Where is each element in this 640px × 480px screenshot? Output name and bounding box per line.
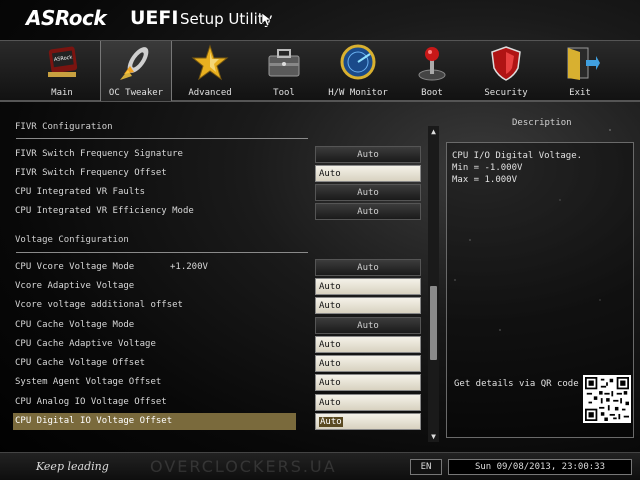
setting-value-field[interactable]: Auto bbox=[315, 278, 421, 295]
setting-row[interactable]: Vcore voltage additional offset Auto bbox=[8, 297, 426, 314]
toolbox-icon bbox=[268, 49, 300, 77]
product-name: UEFI bbox=[130, 7, 179, 29]
description-box: CPU I/O Digital Voltage. Min = -1.000V M… bbox=[446, 142, 634, 438]
scroll-thumb[interactable] bbox=[430, 286, 437, 360]
setting-label: Vcore voltage additional offset bbox=[15, 300, 183, 310]
product-subtitle: Setup Utility bbox=[180, 10, 273, 28]
mouse-cursor-icon bbox=[262, 13, 271, 26]
tab-advanced-label: Advanced bbox=[188, 88, 232, 98]
setting-label: FIVR Switch Frequency Offset bbox=[15, 168, 167, 178]
header: ASRock UEFI Setup Utility bbox=[0, 0, 640, 40]
setting-label: Vcore Adaptive Voltage bbox=[15, 281, 135, 291]
setting-row[interactable]: CPU Integrated VR Efficiency Mode Auto bbox=[8, 203, 426, 220]
main-icon: ASRock bbox=[48, 46, 78, 77]
section-heading-fivr: FIVR Configuration bbox=[15, 122, 113, 132]
section-divider bbox=[16, 138, 308, 139]
setting-row[interactable]: Vcore Adaptive Voltage Auto bbox=[8, 278, 426, 295]
setting-row[interactable]: CPU Integrated VR Faults Auto bbox=[8, 184, 426, 201]
scroll-up-arrow-icon[interactable]: ▲ bbox=[428, 126, 439, 137]
setting-label: CPU Cache Voltage Mode bbox=[15, 320, 135, 330]
slogan: Keep leading bbox=[36, 460, 109, 473]
setting-label: CPU Cache Voltage Offset bbox=[15, 358, 146, 368]
setting-row[interactable]: CPU Cache Voltage Mode Auto bbox=[8, 317, 426, 334]
tab-advanced[interactable]: Advanced bbox=[174, 41, 246, 101]
setting-row[interactable]: CPU Analog IO Voltage Offset Auto bbox=[8, 394, 426, 411]
setting-label: CPU Integrated VR Efficiency Mode bbox=[15, 206, 194, 216]
language-button[interactable]: EN bbox=[410, 459, 442, 475]
tab-security-label: Security bbox=[484, 88, 528, 98]
setting-label: System Agent Voltage Offset bbox=[15, 377, 162, 387]
watermark: OVERCLOCKERS.UA bbox=[150, 457, 337, 476]
description-line: CPU I/O Digital Voltage. bbox=[452, 151, 583, 161]
setting-value-field[interactable]: Auto bbox=[315, 374, 421, 391]
tab-hw-monitor-label: H/W Monitor bbox=[328, 88, 388, 98]
setting-value-button[interactable]: Auto bbox=[315, 184, 421, 201]
tab-exit[interactable]: Exit bbox=[544, 41, 616, 101]
setting-value-text: Auto bbox=[319, 417, 343, 427]
description-line: Max = 1.000V bbox=[452, 175, 518, 185]
setting-row[interactable]: CPU Cache Adaptive Voltage Auto bbox=[8, 336, 426, 353]
tab-boot[interactable]: Boot bbox=[396, 41, 468, 101]
setting-value-field-focused[interactable]: Auto bbox=[315, 413, 421, 430]
setting-value-button[interactable]: Auto bbox=[315, 317, 421, 334]
setting-value-button[interactable]: Auto bbox=[315, 203, 421, 220]
star-icon bbox=[191, 44, 229, 81]
qr-code-icon bbox=[583, 375, 631, 423]
tab-tool-label: Tool bbox=[273, 88, 295, 98]
current-voltage-readout: +1.200V bbox=[170, 262, 208, 272]
setting-value-field[interactable]: Auto bbox=[315, 394, 421, 411]
rocket-icon bbox=[120, 47, 149, 80]
settings-panel: FIVR Configuration FIVR Switch Frequency… bbox=[8, 110, 426, 440]
tab-exit-label: Exit bbox=[569, 88, 591, 98]
exit-door-icon bbox=[567, 47, 600, 80]
setting-label: CPU Integrated VR Faults bbox=[15, 187, 146, 197]
setting-row[interactable]: System Agent Voltage Offset Auto bbox=[8, 374, 426, 391]
setting-row[interactable]: CPU Cache Voltage Offset Auto bbox=[8, 355, 426, 372]
qr-code-caption: Get details via QR code bbox=[454, 379, 579, 389]
section-heading-voltage: Voltage Configuration bbox=[15, 235, 129, 245]
setting-value-field[interactable]: Auto bbox=[315, 297, 421, 314]
footer-bar: Keep leading OVERCLOCKERS.UA EN Sun 09/0… bbox=[0, 452, 640, 480]
tab-tool[interactable]: Tool bbox=[248, 41, 320, 101]
setting-label: CPU Cache Adaptive Voltage bbox=[15, 339, 156, 349]
tab-boot-label: Boot bbox=[421, 88, 443, 98]
main-nav: ASRock Main OC Tweaker Advanced Tool H/W… bbox=[0, 40, 640, 102]
setting-row[interactable]: CPU Vcore Voltage Mode +1.200V Auto bbox=[8, 259, 426, 276]
description-title: Description bbox=[512, 118, 572, 128]
radar-icon bbox=[340, 44, 376, 80]
tab-main[interactable]: ASRock Main bbox=[26, 41, 98, 101]
setting-value-field[interactable]: Auto bbox=[315, 355, 421, 372]
setting-value-button[interactable]: Auto bbox=[315, 259, 421, 276]
settings-scrollbar[interactable]: ▲ ▼ bbox=[428, 126, 439, 442]
brand-logo: ASRock bbox=[26, 6, 107, 30]
setting-value-field[interactable]: Auto bbox=[315, 165, 421, 182]
setting-row-selected[interactable]: CPU Digital IO Voltage Offset Auto bbox=[8, 413, 426, 430]
description-line: Min = -1.000V bbox=[452, 163, 523, 173]
tab-hw-monitor[interactable]: H/W Monitor bbox=[322, 41, 394, 101]
tab-main-label: Main bbox=[51, 88, 73, 98]
setting-label: CPU Analog IO Voltage Offset bbox=[15, 397, 167, 407]
setting-row[interactable]: FIVR Switch Frequency Signature Auto bbox=[8, 146, 426, 163]
setting-label: CPU Digital IO Voltage Offset bbox=[13, 413, 296, 430]
tab-security[interactable]: Security bbox=[470, 41, 542, 101]
setting-label: FIVR Switch Frequency Signature bbox=[15, 149, 183, 159]
setting-label: CPU Vcore Voltage Mode bbox=[15, 262, 135, 272]
datetime-display: Sun 09/08/2013, 23:00:33 bbox=[448, 459, 632, 475]
scroll-down-arrow-icon[interactable]: ▼ bbox=[428, 431, 439, 442]
joystick-icon bbox=[418, 47, 446, 81]
setting-value-field[interactable]: Auto bbox=[315, 336, 421, 353]
setting-value-button[interactable]: Auto bbox=[315, 146, 421, 163]
tab-oc-tweaker[interactable]: OC Tweaker bbox=[100, 41, 172, 101]
setting-row[interactable]: FIVR Switch Frequency Offset Auto bbox=[8, 165, 426, 182]
section-divider bbox=[16, 252, 308, 253]
tab-oc-tweaker-label: OC Tweaker bbox=[108, 88, 164, 98]
shield-icon bbox=[491, 46, 521, 81]
